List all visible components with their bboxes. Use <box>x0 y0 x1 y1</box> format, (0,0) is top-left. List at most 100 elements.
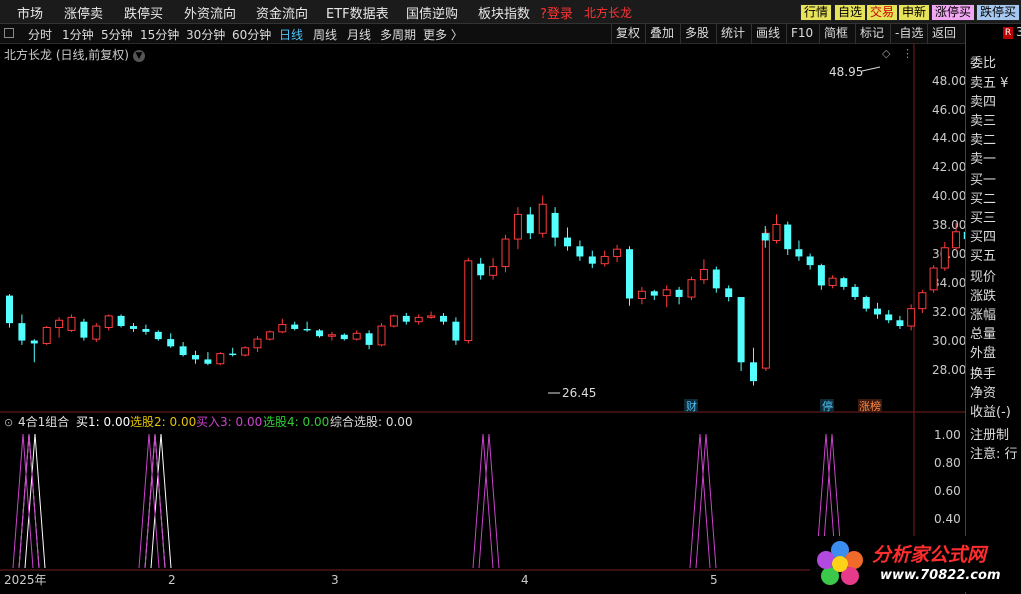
indicator-toggle-icon[interactable]: ⊙ <box>4 416 13 429</box>
candle <box>576 240 584 261</box>
candle-body <box>675 289 683 298</box>
candle <box>18 314 26 345</box>
period-30min[interactable]: 30分钟 <box>186 26 225 43</box>
candle-body <box>564 237 571 247</box>
candle <box>862 295 870 312</box>
menu-etf-table[interactable]: ETF数据表 <box>326 3 389 22</box>
candle <box>340 333 348 341</box>
candle-body <box>55 319 64 328</box>
code-fragment: 30 <box>1016 25 1021 39</box>
top-menu-bar: 市场 涨停卖 跌停买 外资流向 资金流向 ETF数据表 国债逆购 板块指数 ?登… <box>0 0 1021 24</box>
candle-body <box>576 246 584 257</box>
flower-logo-icon <box>817 541 863 585</box>
tool-stats[interactable]: 统计 <box>716 24 749 44</box>
price-tick: 32.00 <box>932 305 965 319</box>
candle-body <box>303 328 311 331</box>
panel-label: 外盘 <box>970 346 997 361</box>
low-label: 26.45 <box>562 386 596 400</box>
candle <box>365 330 373 350</box>
candle <box>104 314 113 331</box>
period-daily[interactable]: 日线 <box>279 26 303 43</box>
candle-body <box>637 290 646 299</box>
candle <box>316 328 323 338</box>
tool-simple-frame[interactable]: 简框 <box>819 24 852 44</box>
candle <box>712 266 720 293</box>
candle <box>675 286 683 305</box>
candle <box>637 286 646 305</box>
quick-button-trade[interactable]: 交易 <box>866 4 899 21</box>
candle <box>489 257 498 280</box>
tool-back[interactable]: 返回 <box>927 24 960 44</box>
diamond-icon[interactable]: ◇ <box>882 47 891 60</box>
menu-treasury-repo[interactable]: 国债逆购 <box>406 3 458 22</box>
period-monthly[interactable]: 月线 <box>347 26 371 43</box>
candle <box>42 326 51 345</box>
candle-body <box>117 315 125 327</box>
event-tag-financial[interactable]: 财 <box>684 399 698 413</box>
tool-multi-stock[interactable]: 多股 <box>680 24 713 44</box>
event-tag-top-list[interactable]: 涨榜 <box>858 399 882 413</box>
menu-limit-down-buy[interactable]: 跌停买 <box>124 3 163 22</box>
period-intraday[interactable]: 分时 <box>28 26 52 43</box>
panel-label: 卖四 <box>970 95 997 110</box>
quick-button-limit-down-buy[interactable]: 跌停买 <box>976 4 1021 21</box>
quick-button-ipo[interactable]: 申新 <box>898 4 931 21</box>
menu-foreign-flow[interactable]: 外资流向 <box>184 3 236 22</box>
tool-remove-watchlist[interactable]: -自选 <box>890 24 927 44</box>
legend-buy1: 买1: 0.00 <box>76 415 130 429</box>
menu-login[interactable]: ?登录 <box>540 3 573 22</box>
options-icon[interactable]: ⋮ <box>902 47 913 60</box>
time-tick: 2025年 <box>4 573 47 587</box>
quick-button-quotes[interactable]: 行情 <box>800 4 833 21</box>
quick-button-limit-up-buy[interactable]: 涨停买 <box>931 4 976 21</box>
tool-draw[interactable]: 画线 <box>751 24 784 44</box>
quick-button-watchlist[interactable]: 自选 <box>834 4 867 21</box>
candle <box>650 289 658 300</box>
menu-sector-index[interactable]: 板块指数 <box>478 3 530 22</box>
period-15min[interactable]: 15分钟 <box>140 26 179 43</box>
period-more[interactable]: 更多 〉 <box>423 26 463 43</box>
candle <box>440 313 447 325</box>
candle <box>725 285 733 302</box>
candle-body <box>907 308 916 327</box>
tool-overlay[interactable]: 叠加 <box>645 24 678 44</box>
tool-mark[interactable]: 标记 <box>855 24 888 44</box>
tool-f10[interactable]: F10 <box>786 24 817 44</box>
candle <box>806 253 814 270</box>
candle <box>687 276 696 300</box>
period-weekly[interactable]: 周线 <box>313 26 337 43</box>
candle-body <box>402 315 410 322</box>
candle <box>538 195 547 238</box>
indicator-tick: 0.60 <box>934 484 961 498</box>
candle-body <box>452 321 460 341</box>
menu-capital-flow[interactable]: 资金流向 <box>256 3 308 22</box>
candle <box>772 214 781 244</box>
period-multi[interactable]: 多周期 <box>380 26 416 43</box>
r-badge: R <box>1003 27 1013 39</box>
menu-limit-up-sell[interactable]: 涨停卖 <box>64 3 103 22</box>
candle <box>291 321 299 331</box>
candle <box>600 250 609 267</box>
candle-body <box>327 334 336 337</box>
candle-body <box>784 224 792 250</box>
candle <box>30 339 38 363</box>
tool-adjust[interactable]: 复权 <box>611 24 644 44</box>
indicator-legend: ⊙ 4合1组合 买1: 0.00 选股2: 0.00 买入3: 0.00 选股4… <box>4 414 413 429</box>
candle <box>588 250 596 269</box>
period-1min[interactable]: 1分钟 <box>62 26 94 43</box>
indicator-axis: 1.00 0.80 0.60 0.40 <box>934 428 961 526</box>
panel-label: 卖二 <box>970 133 997 148</box>
candle-body <box>142 328 150 332</box>
collapse-icon[interactable] <box>4 28 14 38</box>
indicator-series <box>12 433 843 569</box>
event-tag-text: 财 <box>686 399 697 413</box>
watermark-url: www.70822.com <box>880 568 1001 583</box>
period-60min[interactable]: 60分钟 <box>232 26 271 43</box>
candle-body <box>229 353 237 356</box>
menu-market[interactable]: 市场 <box>17 3 43 22</box>
price-tick: 42.00 <box>932 160 965 174</box>
candle <box>55 317 64 338</box>
candle <box>179 342 187 357</box>
period-5min[interactable]: 5分钟 <box>101 26 133 43</box>
event-tag-halt[interactable]: 停 <box>820 399 834 413</box>
